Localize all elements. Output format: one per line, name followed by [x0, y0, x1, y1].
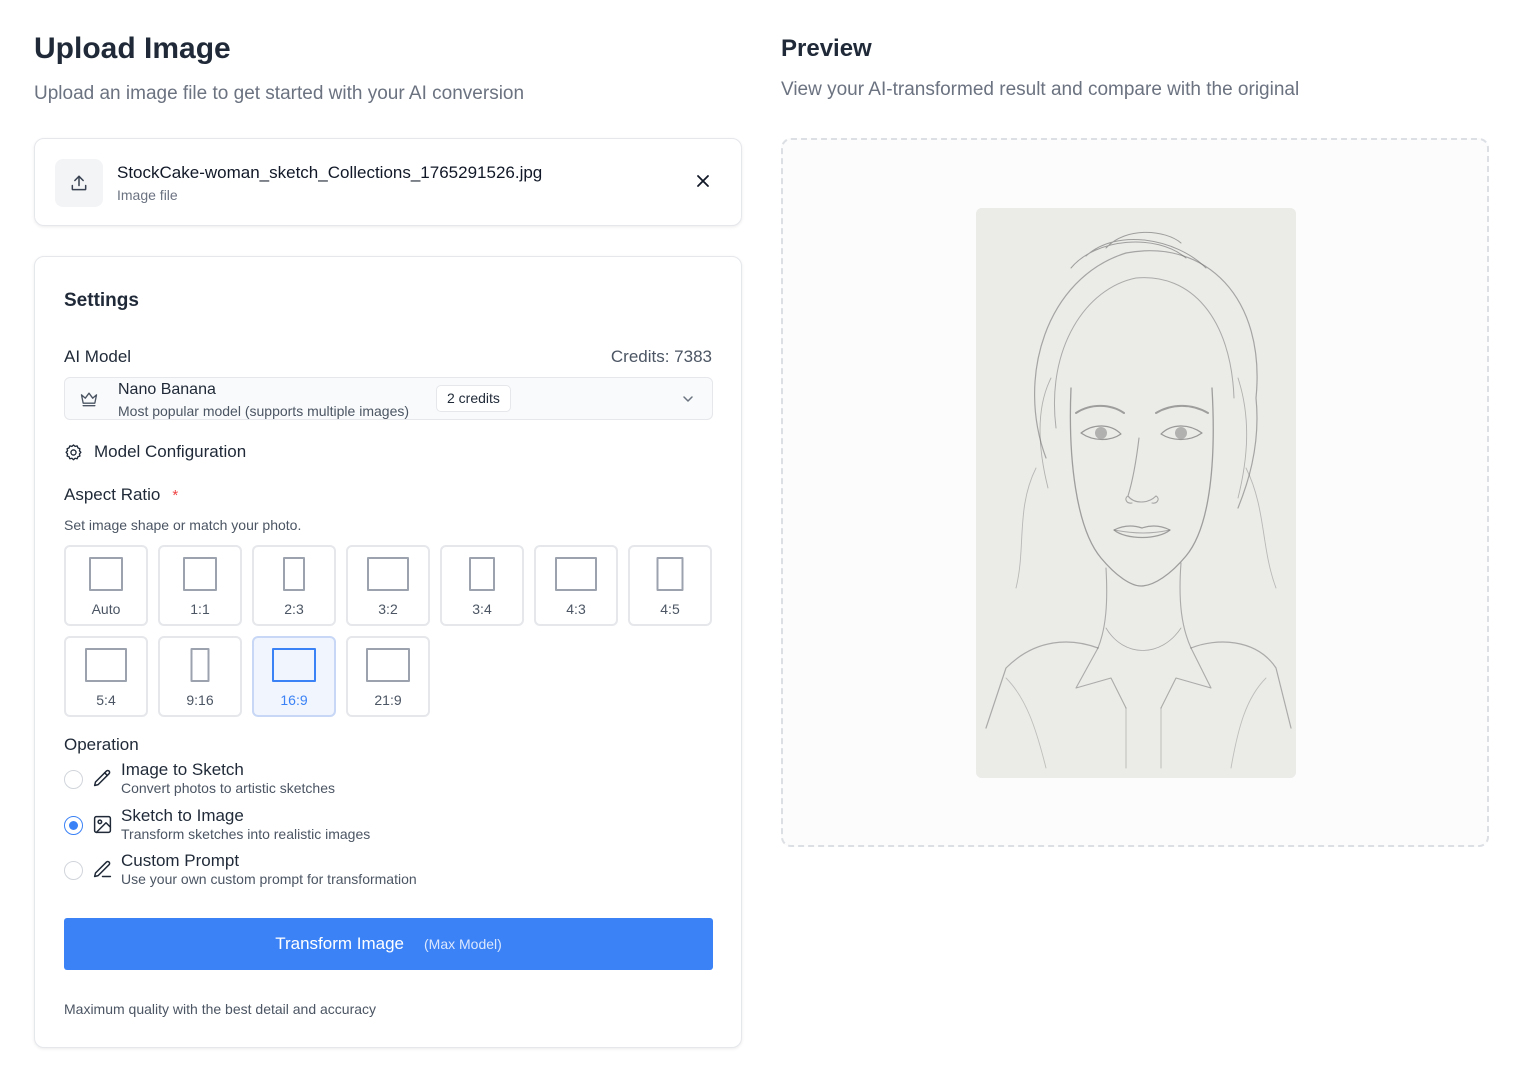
operation-option-image-to-sketch[interactable]: Image to Sketch Convert photos to artist…: [64, 760, 704, 800]
transform-button-model: (Max Model): [424, 936, 502, 952]
settings-card: Settings AI Model Credits: 7383 Nano Ban…: [34, 256, 742, 1048]
credits-balance: Credits: 7383: [610, 347, 712, 366]
ratio-shape: [85, 648, 127, 682]
operation-radio[interactable]: [64, 770, 83, 789]
aspect-ratio-help: Set image shape or match your photo.: [64, 517, 302, 533]
quality-note: Maximum quality with the best detail and…: [64, 1001, 377, 1017]
ratio-shape: [656, 557, 684, 591]
gear-icon: [65, 443, 82, 460]
chevron-down-icon: [683, 396, 693, 402]
ratio-shape: [283, 557, 305, 591]
ratio-option-3-2[interactable]: 3:2: [346, 545, 430, 626]
ratio-option-4-3[interactable]: 4:3: [534, 545, 618, 626]
model-configuration-toggle[interactable]: Model Configuration: [64, 441, 246, 463]
preview-area: [781, 138, 1489, 847]
ratio-option-16-9[interactable]: 16:9: [252, 636, 336, 717]
ratio-label: 1:1: [190, 601, 210, 617]
ratio-label: 21:9: [374, 692, 402, 708]
model-name: Nano Banana: [118, 381, 216, 398]
pen-line-icon: [93, 860, 112, 878]
ratio-option-auto[interactable]: Auto: [64, 545, 148, 626]
ratio-shape: [89, 557, 123, 591]
ratio-label: Auto: [91, 601, 121, 617]
ratio-label: 4:5: [660, 601, 680, 617]
remove-file-button[interactable]: [693, 171, 713, 191]
ratio-option-1-1[interactable]: 1:1: [158, 545, 242, 626]
aspect-ratio-label: Aspect Ratio *: [64, 485, 178, 505]
required-mark: *: [172, 487, 179, 504]
operation-radio[interactable]: [64, 861, 83, 880]
operation-label: Operation: [64, 735, 139, 754]
ratio-shape: [190, 648, 210, 682]
close-icon: [697, 175, 709, 187]
operation-description: Use your own custom prompt for transform…: [121, 871, 417, 887]
operation-title: Image to Sketch: [121, 760, 244, 779]
ai-model-label: AI Model: [64, 347, 132, 366]
ratio-label: 4:3: [566, 601, 586, 617]
ratio-shape: [183, 557, 217, 591]
ratio-option-9-16[interactable]: 9:16: [158, 636, 242, 717]
ratio-label: 9:16: [186, 692, 214, 708]
model-description: Most popular model (supports multiple im…: [118, 403, 410, 419]
model-credits-badge: 2 credits: [436, 385, 511, 412]
transform-button-label: Transform Image: [275, 934, 404, 953]
ratio-shape: [555, 557, 597, 591]
preview-title: Preview: [781, 35, 872, 62]
ratio-shape: [366, 648, 410, 682]
model-configuration-label: Model Configuration: [94, 442, 247, 461]
upload-icon: [55, 159, 103, 207]
image-icon: [93, 815, 112, 834]
operation-radio-selected[interactable]: [64, 816, 83, 835]
ratio-option-3-4[interactable]: 3:4: [440, 545, 524, 626]
operation-title: Custom Prompt: [121, 851, 240, 870]
operation-option-sketch-to-image[interactable]: Sketch to Image Transform sketches into …: [64, 806, 704, 846]
transform-image-button[interactable]: Transform Image (Max Model): [64, 918, 713, 970]
pencil-icon: [93, 769, 111, 787]
ratio-label: 2:3: [284, 601, 304, 617]
ratio-shape: [272, 648, 316, 682]
aspect-ratio-label-text: Aspect Ratio: [64, 485, 161, 504]
ratio-option-4-5[interactable]: 4:5: [628, 545, 712, 626]
crown-icon: [80, 392, 98, 407]
ratio-option-21-9[interactable]: 21:9: [346, 636, 430, 717]
operation-description: Convert photos to artistic sketches: [121, 780, 335, 796]
preview-subtitle: View your AI-transformed result and comp…: [781, 79, 1300, 100]
ratio-label: 3:2: [378, 601, 398, 617]
upload-subtitle: Upload an image file to get started with…: [34, 83, 525, 104]
ratio-label: 3:4: [472, 601, 492, 617]
ai-model-select[interactable]: Nano Banana Most popular model (supports…: [64, 377, 713, 420]
ratio-shape: [367, 557, 409, 591]
operation-option-custom-prompt[interactable]: Custom Prompt Use your own custom prompt…: [64, 851, 704, 891]
ratio-option-5-4[interactable]: 5:4: [64, 636, 148, 717]
file-type: Image file: [117, 187, 178, 203]
ratio-label: 16:9: [280, 692, 308, 708]
operation-title: Sketch to Image: [121, 806, 244, 825]
operation-description: Transform sketches into realistic images: [121, 826, 371, 842]
ratio-label: 5:4: [96, 692, 116, 708]
settings-title: Settings: [64, 290, 139, 311]
ratio-shape: [469, 557, 495, 591]
ratio-option-2-3[interactable]: 2:3: [252, 545, 336, 626]
file-name: StockCake-woman_sketch_Collections_17652…: [117, 163, 543, 182]
preview-image: [976, 208, 1296, 778]
uploaded-file-card: StockCake-woman_sketch_Collections_17652…: [34, 138, 742, 226]
upload-title: Upload Image: [34, 32, 231, 65]
